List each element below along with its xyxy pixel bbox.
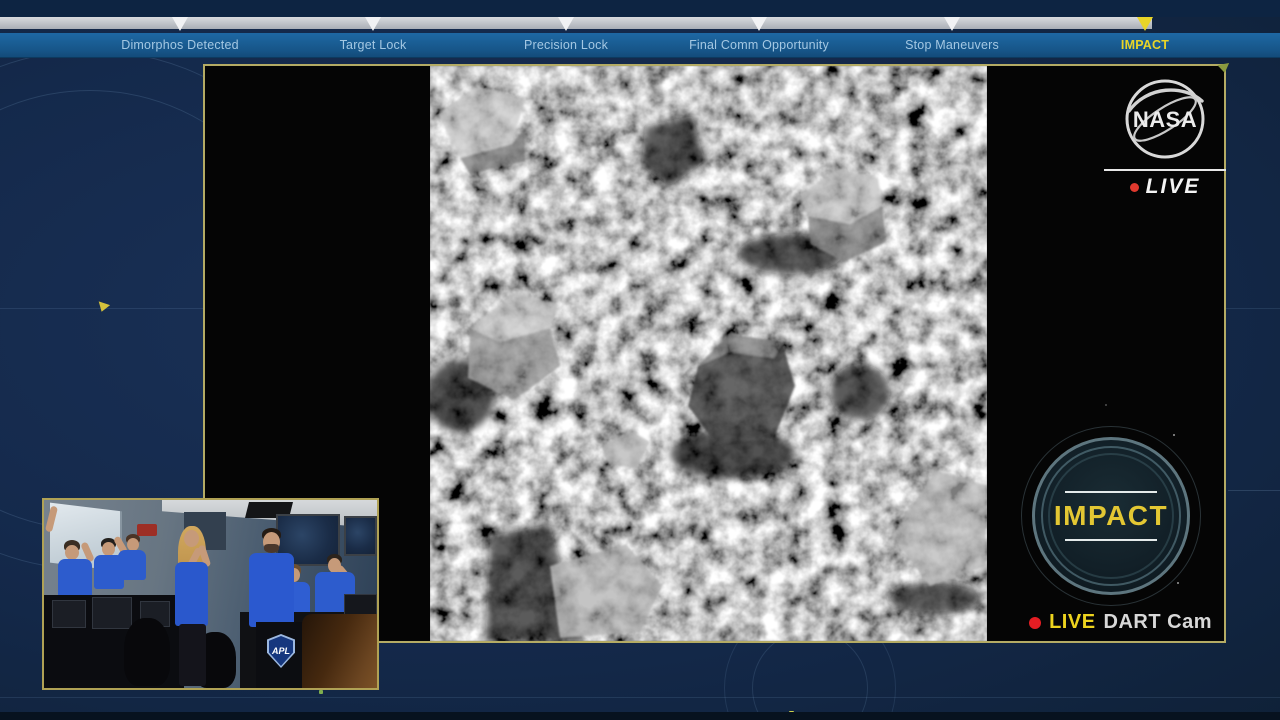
mission-control-pip: APL	[42, 498, 379, 690]
timeline-stage-label-impact: IMPACT	[1121, 38, 1169, 52]
pip-monitor	[52, 600, 86, 628]
nasa-insignia-icon: NASA	[1122, 76, 1208, 162]
timeline-marker-dimorphos-detected	[172, 17, 188, 31]
video-speck	[1177, 582, 1179, 584]
asteroid-surface-render	[430, 66, 987, 641]
timeline-stage-label: Final Comm Opportunity	[689, 38, 829, 52]
pip-apl-panel: APL	[256, 622, 306, 688]
timeline-marker-stop-maneuvers	[944, 17, 960, 31]
video-speck	[1173, 434, 1175, 436]
timeline-marker-impact	[1137, 17, 1153, 31]
cursor-mark	[319, 690, 323, 694]
impact-badge-ring	[1048, 453, 1174, 579]
background-line	[0, 697, 1280, 698]
timeline-marker-target-lock	[365, 17, 381, 31]
bug-divider	[1104, 169, 1226, 171]
camera-caption: LIVE DART Cam	[1029, 611, 1212, 634]
timeline-label-bar: Dimorphos Detected Target Lock Precision…	[0, 33, 1280, 58]
asteroid-surface-video	[430, 66, 987, 641]
broadcast-screen: Dimorphos Detected Target Lock Precision…	[0, 0, 1280, 720]
nasa-wordmark: NASA	[1133, 107, 1197, 132]
apl-logo: APL	[267, 634, 295, 668]
timeline-stage-label: Stop Maneuvers	[905, 38, 999, 52]
caption-camera-label: DART Cam	[1104, 611, 1212, 634]
background-line	[1228, 490, 1280, 491]
timeline-marker-precision-lock	[558, 17, 574, 31]
bottom-shadow-strip	[0, 712, 1280, 720]
live-dot-icon	[1130, 183, 1139, 192]
live-dot-icon	[1029, 617, 1041, 629]
pip-wood-desk	[302, 614, 377, 688]
live-label: LIVE	[1146, 175, 1201, 199]
pip-monitor	[92, 597, 132, 629]
pip-chair	[124, 618, 170, 686]
timeline-top-strip	[0, 0, 1280, 17]
pip-wall-screen	[344, 516, 377, 556]
timeline-stage-label: Target Lock	[340, 38, 407, 52]
cursor-mark	[96, 301, 110, 313]
pip-wall-emblem	[137, 524, 157, 536]
background-arc	[752, 630, 868, 720]
timeline-stage-label: Precision Lock	[524, 38, 608, 52]
timeline-stage-label: Dimorphos Detected	[121, 38, 239, 52]
nasa-live-bug: NASA LIVE	[1091, 76, 1239, 199]
timeline-marker-final-comm	[751, 17, 767, 31]
caption-live-label: LIVE	[1049, 611, 1095, 634]
apl-logo-text: APL	[272, 646, 290, 656]
impact-badge: IMPACT	[1032, 437, 1190, 595]
video-speck	[1105, 404, 1107, 406]
